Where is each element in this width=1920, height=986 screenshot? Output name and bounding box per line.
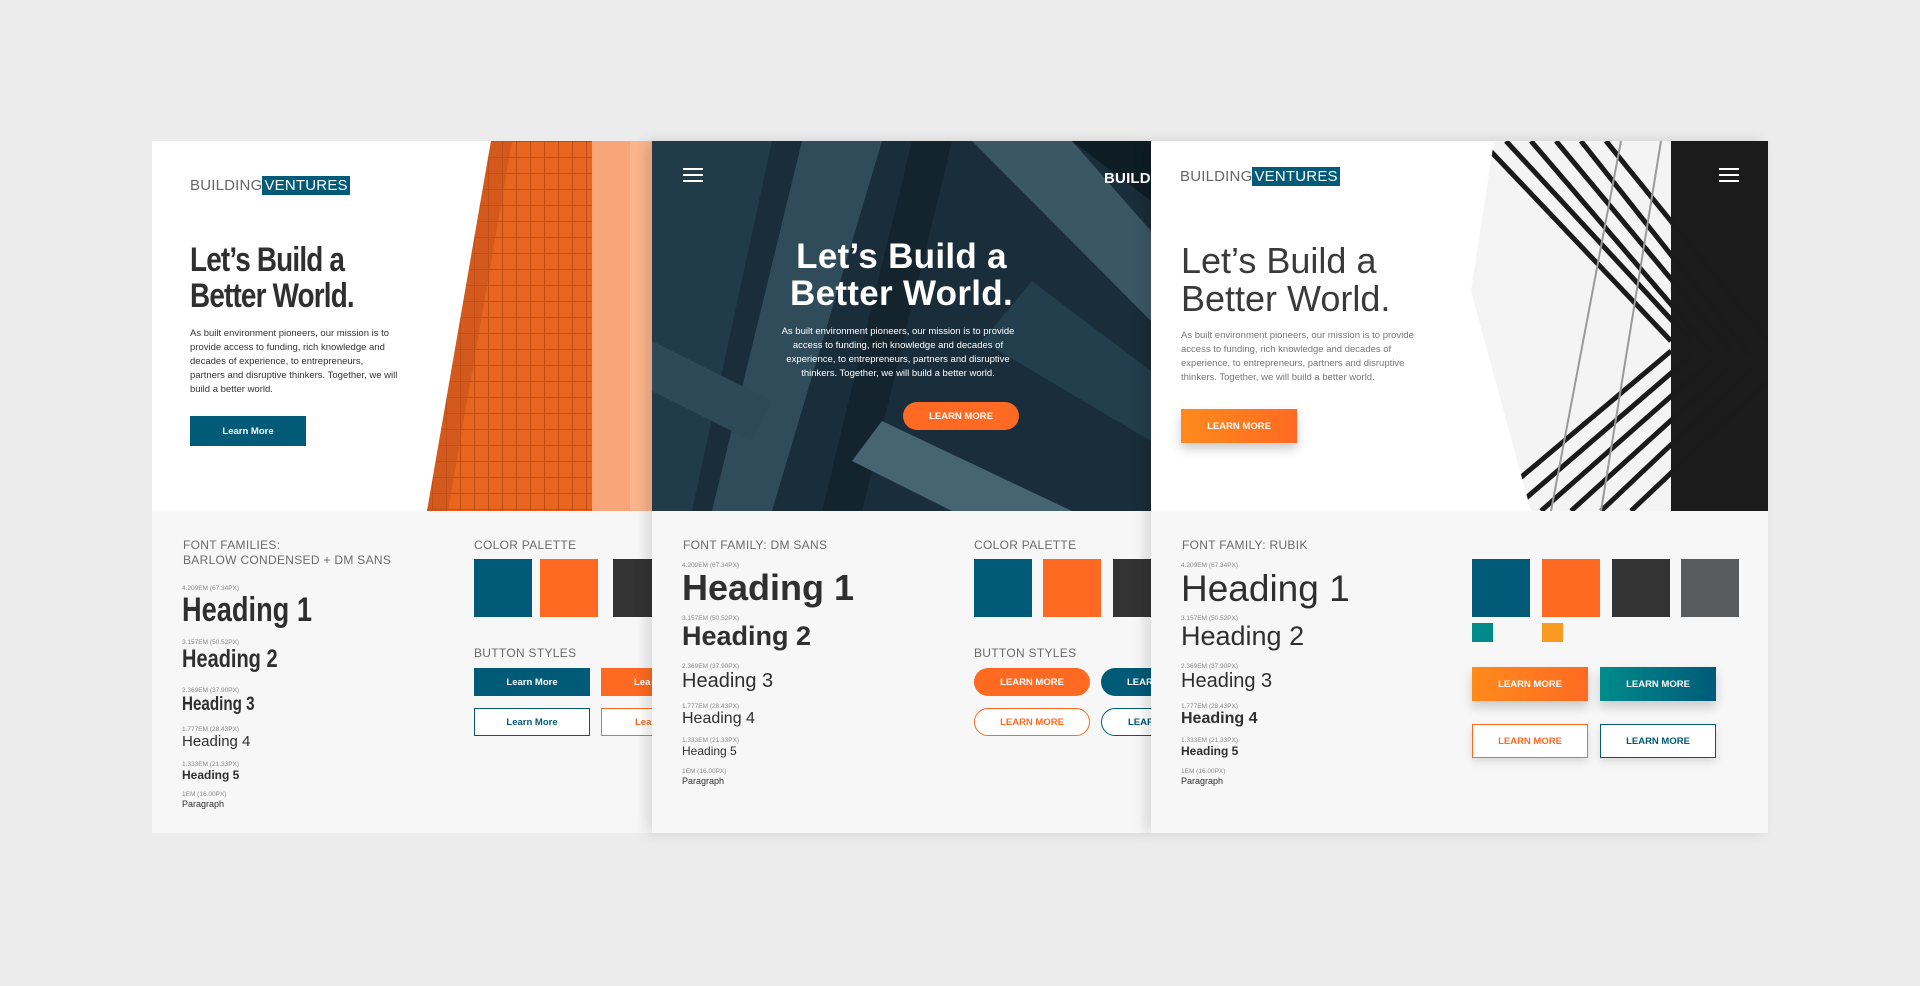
- swatch-blue: [474, 559, 532, 617]
- outline-orange-button-sample[interactable]: LEARN MORE: [1472, 724, 1588, 758]
- orange-pill-button-sample[interactable]: LEARN MORE: [974, 668, 1090, 696]
- style-guide-section: FONT FAMILIES: BARLOW CONDENSED + DM SANS…: [152, 511, 652, 833]
- heading-4-sample: Heading 4: [1181, 710, 1258, 727]
- hero-title-line1: Let’s Build a: [190, 241, 345, 279]
- learn-more-button[interactable]: LEARN MORE: [1181, 409, 1297, 443]
- swatch-dark: [1113, 559, 1151, 617]
- font-family-label: FONT FAMILY: RUBIK: [1182, 538, 1308, 552]
- heading-2-sample: Heading 2: [1181, 621, 1305, 651]
- h3-size-label: 2.369EM (37.90PX): [1181, 663, 1239, 670]
- hero-body: As built environment pioneers, our missi…: [1181, 330, 1414, 383]
- swatch-orange: [1542, 559, 1600, 617]
- teal-gradient-button-sample[interactable]: LEARN MORE: [1600, 667, 1716, 701]
- hero-title-line2: Better World.: [190, 276, 355, 315]
- heading-2-sample: Heading 2: [182, 645, 278, 673]
- brand-logo-text: BUILDING: [190, 177, 263, 194]
- hamburger-menu-icon[interactable]: [1719, 168, 1739, 182]
- brand-logo-highlight: VENTURES: [262, 176, 350, 195]
- hero-section-dark: BUILDI Let’s Build a Better World. As bu…: [652, 141, 1151, 511]
- color-palette-label: COLOR PALETTE: [474, 538, 577, 552]
- hero-section: BUILDING VENTURES Let’s Build a Better Wo…: [152, 141, 652, 511]
- paragraph-size-label: 1EM (16.00PX): [182, 791, 227, 798]
- swatch-blue: [974, 559, 1032, 617]
- h4-size-label: 1.777EM (28.43PX): [682, 703, 740, 710]
- swatch-light-orange-small: [1542, 623, 1563, 642]
- heading-1-sample: Heading 1: [182, 591, 312, 629]
- card-dmsans: BUILDI Let’s Build a Better World. As bu…: [652, 141, 1151, 833]
- heading-3-sample: Heading 3: [682, 670, 774, 692]
- h4-size-label: 1.777EM (28.43PX): [182, 726, 240, 733]
- swatch-teal-small: [1472, 623, 1493, 642]
- color-palette-label: COLOR PALETTE: [974, 538, 1077, 552]
- swatch-dark: [613, 559, 652, 617]
- swatch-orange: [1043, 559, 1101, 617]
- paragraph-sample: Paragraph: [682, 776, 725, 786]
- paragraph-sample: Paragraph: [1181, 776, 1224, 786]
- learn-more-button[interactable]: LEARN MORE: [903, 402, 1019, 430]
- heading-5-sample: Heading 5: [182, 768, 240, 782]
- blue-pill-button-sample[interactable]: LEAR: [1101, 668, 1151, 696]
- style-guide-section: FONT FAMILY: RUBIK 4.209EM (67.34PX) Hea…: [1151, 511, 1768, 833]
- font-families-label: FONT FAMILIES: BARLOW CONDENSED + DM SANS: [183, 538, 392, 567]
- paragraph-size-label: 1EM (16.00PX): [682, 768, 727, 775]
- heading-5-sample: Heading 5: [1181, 744, 1239, 758]
- card-rubik: BUILDING VENTURES Let’s Build a Better Wo…: [1151, 141, 1768, 833]
- brand-logo[interactable]: BUILDING VENTURES: [190, 176, 350, 195]
- heading-3-sample: Heading 3: [1181, 670, 1273, 692]
- brand-logo[interactable]: BUILDING VENTURES: [1180, 167, 1340, 186]
- heading-5-sample: Heading 5: [682, 744, 737, 758]
- button-styles-label: BUTTON STYLES: [474, 646, 577, 660]
- hero-section: BUILDING VENTURES Let’s Build a Better Wo…: [1151, 141, 1768, 511]
- h4-size-label: 1.777EM (28.43PX): [1181, 703, 1239, 710]
- h3-size-label: 2.369EM (37.90PX): [682, 663, 740, 670]
- h3-size-label: 2.369EM (37.90PX): [182, 687, 240, 694]
- swatch-orange: [540, 559, 598, 617]
- h5-size-label: 1.333EM (21.33PX): [682, 737, 740, 744]
- h5-size-label: 1.333EM (21.33PX): [182, 761, 240, 768]
- heading-1-sample: Heading 1: [1181, 568, 1350, 609]
- outline-orange-button-sample[interactable]: Lea: [601, 708, 652, 736]
- hero-title-line2: Better World.: [790, 273, 1013, 313]
- heading-1-sample: Heading 1: [682, 567, 855, 608]
- outline-blue-button-sample[interactable]: Learn More: [474, 708, 590, 736]
- hero-body: As built environment pioneers, our missi…: [781, 326, 1015, 379]
- learn-more-button[interactable]: Learn More: [190, 416, 306, 446]
- style-guide-section: FONT FAMILY: DM SANS 4.209EM (67.34PX) H…: [652, 511, 1151, 833]
- brand-logo-partial[interactable]: BUILDI: [1104, 170, 1151, 187]
- outline-blue-button-sample[interactable]: LEARN MORE: [1600, 724, 1716, 758]
- building-image-orange: [427, 141, 652, 511]
- hero-title: Let’s Build a Better World.: [190, 241, 355, 315]
- orange-button-sample[interactable]: Lea: [601, 668, 652, 696]
- swatch-blue: [1472, 559, 1530, 617]
- heading-3-sample: Heading 3: [182, 694, 255, 715]
- brand-logo-highlight: VENTURES: [1252, 167, 1340, 186]
- hero-title-line2: Better World.: [1181, 277, 1391, 319]
- card-barlow-dmsans: BUILDING VENTURES Let’s Build a Better Wo…: [152, 141, 652, 833]
- button-styles-label: BUTTON STYLES: [974, 646, 1077, 660]
- outline-orange-pill-button-sample[interactable]: LEARN MORE: [974, 708, 1090, 736]
- paragraph-size-label: 1EM (16.00PX): [1181, 768, 1226, 775]
- hero-title-line1: Let’s Build a: [1181, 240, 1377, 281]
- heading-2-sample: Heading 2: [682, 621, 812, 651]
- swatch-gray: [1681, 559, 1739, 617]
- outline-blue-pill-button-sample[interactable]: LEAR: [1101, 708, 1151, 736]
- heading-4-sample: Heading 4: [182, 733, 251, 750]
- hero-title: Let’s Build a Better World.: [652, 237, 1151, 313]
- h5-size-label: 1.333EM (21.33PX): [1181, 737, 1239, 744]
- building-image-bw: [1471, 141, 1768, 511]
- hero-title: Let’s Build a Better World.: [1181, 242, 1390, 318]
- hero-title-line1: Let’s Build a: [796, 237, 1007, 276]
- swatch-dark: [1612, 559, 1670, 617]
- hamburger-menu-icon[interactable]: [683, 168, 703, 182]
- orange-gradient-button-sample[interactable]: LEARN MORE: [1472, 667, 1588, 701]
- font-family-label: FONT FAMILY: DM SANS: [683, 538, 828, 552]
- primary-button-sample[interactable]: Learn More: [474, 668, 590, 696]
- paragraph-sample: Paragraph: [182, 799, 225, 809]
- brand-logo-text: BUILDING: [1180, 168, 1253, 185]
- heading-4-sample: Heading 4: [682, 710, 755, 727]
- hero-body: As built environment pioneers, our missi…: [190, 328, 398, 395]
